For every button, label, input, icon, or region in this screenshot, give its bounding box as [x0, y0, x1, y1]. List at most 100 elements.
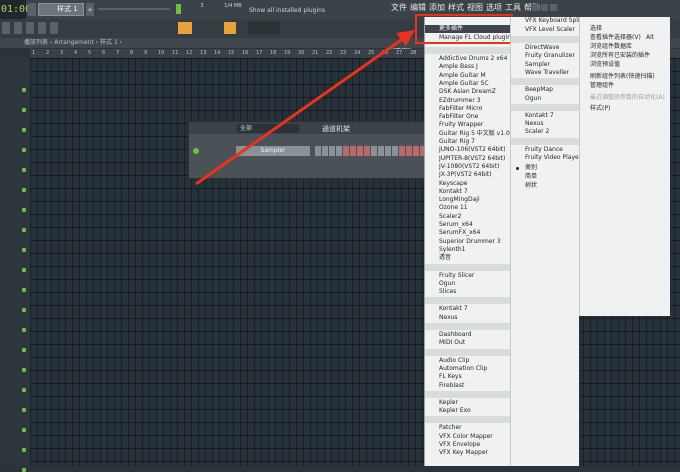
draw-tool-icon[interactable]	[224, 22, 236, 34]
track-mute-led[interactable]	[22, 248, 26, 252]
plugin-menu-item[interactable]: Kontakt 7	[425, 188, 510, 196]
plugin-menu-item[interactable]: Kontakt 7	[511, 112, 579, 120]
add-menu-item[interactable]: 样式(P)	[580, 105, 670, 113]
plugin-menu-item[interactable]: VFX Keyboard Splitter	[511, 17, 591, 25]
step-button[interactable]	[371, 146, 377, 156]
plugin-menu-item[interactable]: VFX Color Mapper	[425, 433, 510, 441]
plugin-menu-item[interactable]: Wave Traveller	[511, 69, 579, 77]
plugin-menu-item[interactable]: VFX Level Scaler	[511, 26, 579, 34]
track-mute-led[interactable]	[22, 368, 26, 372]
plugin-menu-item[interactable]: Fruity Granulizer	[511, 52, 579, 60]
minimize-icon[interactable]	[532, 4, 539, 11]
track-mute-led[interactable]	[22, 108, 26, 112]
track-mute-led[interactable]	[22, 348, 26, 352]
plugin-menu-item[interactable]: Kontakt 7	[425, 305, 510, 313]
plugin-menu-item[interactable]: FabFilter One	[425, 113, 510, 121]
plugin-menu-item[interactable]: Sampler	[511, 61, 579, 69]
track-mute-led[interactable]	[22, 308, 26, 312]
channel-mute-led[interactable]	[193, 148, 199, 154]
plugin-menu-item[interactable]: Dashboard	[425, 331, 510, 339]
step-button[interactable]	[322, 146, 328, 156]
plugin-menu-item[interactable]: EZdrummer 3	[425, 97, 510, 105]
master-volume-slider[interactable]	[98, 8, 170, 10]
track-mute-led[interactable]	[22, 128, 26, 132]
record-icon[interactable]	[50, 22, 58, 34]
plugin-menu-item[interactable]: Ogun	[425, 280, 510, 288]
add-menu-item[interactable]: 选择	[580, 25, 670, 33]
plugin-menu-item[interactable]: Serum_x64	[425, 221, 510, 229]
track-mute-led[interactable]	[22, 328, 26, 332]
plugin-menu-item[interactable]: Slices	[425, 288, 510, 296]
typing-keyboard-icon[interactable]	[178, 22, 192, 34]
menu-tools[interactable]: 工具	[505, 2, 521, 13]
menu-view[interactable]: 视图	[467, 2, 483, 13]
plugin-menu-item[interactable]: JUPITER-8(VST2 64bit)	[425, 155, 510, 163]
step-button[interactable]	[399, 146, 405, 156]
close-icon[interactable]	[550, 4, 557, 11]
view-mode-option[interactable]: 树状	[511, 182, 579, 190]
plugin-menu-item[interactable]: BeepMap	[511, 86, 579, 94]
plugin-menu-item[interactable]: Keyscape	[425, 180, 510, 188]
plugin-menu-item[interactable]: Scaler2	[425, 213, 510, 221]
plugin-menu-item[interactable]: VFX Envelope	[425, 441, 510, 449]
add-menu-item[interactable]: 浏览组件数据库	[580, 43, 670, 51]
view-mode-option[interactable]: 简单	[511, 173, 579, 181]
time-display[interactable]: 01:00	[0, 0, 31, 19]
snap-select[interactable]	[248, 22, 280, 34]
plugin-menu-item[interactable]: Superior Drummer 3	[425, 238, 510, 246]
step-button[interactable]	[336, 146, 342, 156]
plugin-menu-item[interactable]: Sylenth1	[425, 246, 510, 254]
menu-add[interactable]: 添加	[429, 2, 445, 13]
plugin-menu-item[interactable]: Fruity Wrapper	[425, 121, 510, 129]
add-pattern-button[interactable]: +	[86, 3, 94, 16]
add-menu-item[interactable]: 管理组件	[580, 82, 670, 90]
step-button[interactable]	[385, 146, 391, 156]
track-mute-led[interactable]	[22, 468, 26, 472]
step-button[interactable]	[378, 146, 384, 156]
magnet-icon[interactable]	[14, 22, 22, 34]
plugin-menu-item[interactable]: Ozone 11	[425, 204, 510, 212]
plugin-menu-item[interactable]: Scaler 2	[511, 128, 579, 136]
plugin-menu-item[interactable]: Nexus	[511, 120, 579, 128]
view-mode-option[interactable]: 类别	[511, 164, 579, 172]
plugin-menu-item[interactable]: Fruity Slicer	[425, 272, 510, 280]
plugin-menu-item[interactable]: JX-3P(VST2 64bit)	[425, 171, 510, 179]
track-mute-led[interactable]	[22, 228, 26, 232]
step-button[interactable]	[315, 146, 321, 156]
menu-edit[interactable]: 编辑	[410, 2, 426, 13]
step-button[interactable]	[350, 146, 356, 156]
plugin-menu-item[interactable]: Kepler	[425, 399, 510, 407]
track-mute-led[interactable]	[22, 168, 26, 172]
plugin-menu-item[interactable]: DirectWave	[511, 44, 579, 52]
play-icon[interactable]	[26, 22, 34, 34]
plugin-menu-item[interactable]: Addictive Drums 2 x64	[425, 55, 510, 63]
track-mute-led[interactable]	[22, 288, 26, 292]
plugin-menu-item[interactable]: Fruity Dance	[511, 146, 579, 154]
plugin-menu-item[interactable]: FL Keys	[425, 373, 510, 381]
plugin-menu-item[interactable]: SerumFX_x64	[425, 229, 510, 237]
track-mute-led[interactable]	[22, 408, 26, 412]
maximize-icon[interactable]	[541, 4, 548, 11]
plugin-menu-item[interactable]: Audio Clip	[425, 357, 510, 365]
step-button[interactable]	[364, 146, 370, 156]
plugin-menu-item[interactable]: MIDI Out	[425, 339, 510, 347]
track-mute-led[interactable]	[22, 268, 26, 272]
channel-name-button[interactable]: Sampler	[236, 146, 310, 156]
menu-file[interactable]: 文件	[391, 2, 407, 13]
track-mute-led[interactable]	[22, 388, 26, 392]
song-pattern-toggle[interactable]	[28, 3, 36, 16]
plugin-menu-item[interactable]: Ogun	[511, 95, 579, 103]
add-menu-item[interactable]: 刷新组件列表(快速扫描)	[580, 73, 670, 81]
plugin-menu-item[interactable]: Fruity Video Player	[511, 154, 581, 162]
step-button[interactable]	[406, 146, 412, 156]
plugin-menu-item[interactable]: Ample Guitar M	[425, 72, 510, 80]
step-button[interactable]	[413, 146, 419, 156]
plugin-menu-item[interactable]: JV-1080(VST2 64bit)	[425, 163, 510, 171]
plugin-menu-item[interactable]: Fireblast	[425, 382, 510, 390]
menu-patterns[interactable]: 样式	[448, 2, 464, 13]
track-mute-led[interactable]	[22, 188, 26, 192]
step-button[interactable]	[329, 146, 335, 156]
plugin-menu-item[interactable]: Automation Clip	[425, 365, 510, 373]
channel-filter-select[interactable]: 全部	[237, 124, 299, 133]
plugin-menu-item[interactable]: VFX Key Mapper	[425, 449, 510, 457]
